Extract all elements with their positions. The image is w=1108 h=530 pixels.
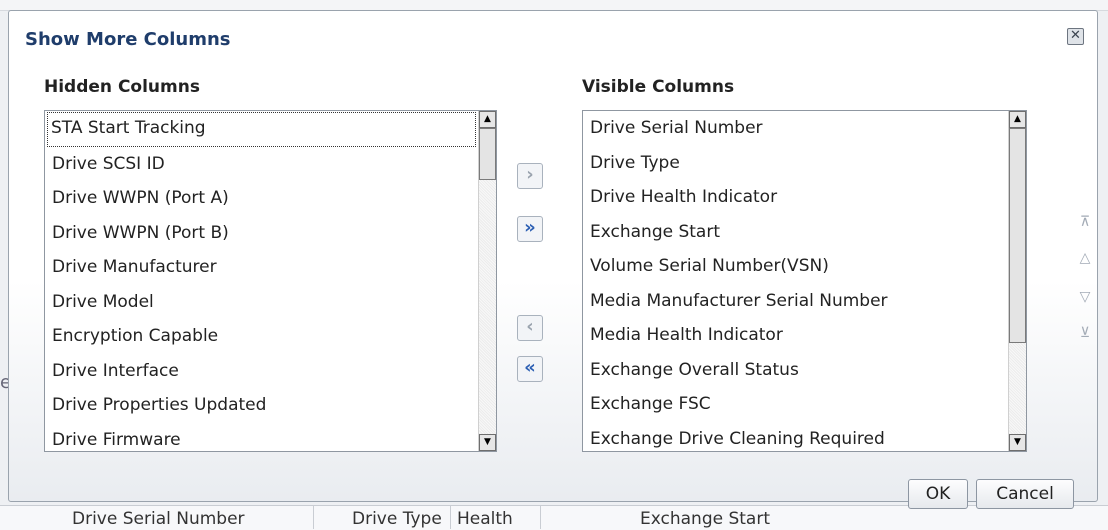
background-header-cell: Drive Type (352, 509, 442, 529)
visible-columns-label: Visible Columns (582, 77, 735, 97)
hidden-column-item[interactable]: Drive WWPN (Port A) (45, 181, 478, 216)
move-up-icon[interactable]: △ (1077, 250, 1093, 266)
scroll-down-icon[interactable]: ▼ (1009, 434, 1026, 451)
hidden-column-item[interactable]: Drive Firmware (45, 423, 478, 452)
cancel-button[interactable]: Cancel (976, 479, 1074, 509)
visible-column-item[interactable]: Exchange Drive Cleaning Required (583, 422, 1008, 452)
visible-column-item[interactable]: Volume Serial Number(VSN) (583, 249, 1008, 284)
hidden-column-item[interactable]: Drive WWPN (Port B) (45, 216, 478, 251)
visible-column-item[interactable]: Drive Type (583, 146, 1008, 181)
scroll-down-icon[interactable]: ▼ (479, 434, 496, 451)
hidden-column-item[interactable]: STA Start Tracking (47, 112, 476, 147)
move-all-right-button[interactable]: » (517, 216, 543, 242)
close-icon[interactable]: ✕ (1067, 28, 1084, 45)
visible-column-item[interactable]: Exchange FSC (583, 387, 1008, 422)
ok-button[interactable]: OK (908, 479, 968, 509)
background-header-divider (450, 505, 451, 529)
visible-columns-list[interactable]: Drive Serial Number Drive Type Drive Healt… (582, 110, 1027, 452)
visible-column-item[interactable]: Exchange Overall Status (583, 353, 1008, 388)
hidden-column-item[interactable]: Encryption Capable (45, 319, 478, 354)
background-header-divider (540, 505, 541, 529)
move-down-icon[interactable]: ▽ (1077, 289, 1093, 305)
hidden-columns-list[interactable]: STA Start Tracking Drive SCSI ID Drive WWP… (44, 110, 497, 452)
visible-list-scrollbar[interactable]: ▲ ▼ (1008, 111, 1026, 451)
move-to-bottom-icon[interactable]: ⊻ (1077, 325, 1093, 341)
hidden-columns-label: Hidden Columns (44, 77, 200, 97)
hidden-list-scrollbar[interactable]: ▲ ▼ (478, 111, 496, 451)
background-header-cell: Exchange Start (640, 509, 770, 529)
background-header-divider (313, 505, 314, 529)
hidden-column-item[interactable]: Drive Properties Updated (45, 388, 478, 423)
hidden-column-item[interactable]: Drive Interface (45, 354, 478, 389)
move-all-left-button[interactable]: « (517, 356, 543, 382)
move-to-top-icon[interactable]: ⊼ (1077, 214, 1093, 230)
move-right-button[interactable]: › (517, 163, 543, 189)
visible-column-item[interactable]: Media Manufacturer Serial Number (583, 284, 1008, 319)
show-more-columns-dialog: Show More Columns ✕ Hidden Columns Visib… (8, 10, 1098, 509)
scrollbar-thumb[interactable] (1009, 128, 1026, 343)
background-header-cell: Health (457, 509, 513, 529)
background-header-cell: Drive Serial Number (72, 509, 245, 529)
hidden-column-item[interactable]: Drive Model (45, 285, 478, 320)
scrollbar-thumb[interactable] (479, 128, 496, 180)
visible-column-item[interactable]: Drive Health Indicator (583, 180, 1008, 215)
hidden-column-item[interactable]: Drive SCSI ID (45, 147, 478, 182)
visible-column-item[interactable]: Exchange Start (583, 215, 1008, 250)
scroll-up-icon[interactable]: ▲ (1009, 111, 1026, 128)
dialog-title: Show More Columns (25, 29, 231, 50)
move-left-button[interactable]: ‹ (517, 315, 543, 341)
hidden-column-item[interactable]: Drive Manufacturer (45, 250, 478, 285)
scroll-up-icon[interactable]: ▲ (479, 111, 496, 128)
visible-column-item[interactable]: Drive Serial Number (583, 111, 1008, 146)
visible-column-item[interactable]: Media Health Indicator (583, 318, 1008, 353)
